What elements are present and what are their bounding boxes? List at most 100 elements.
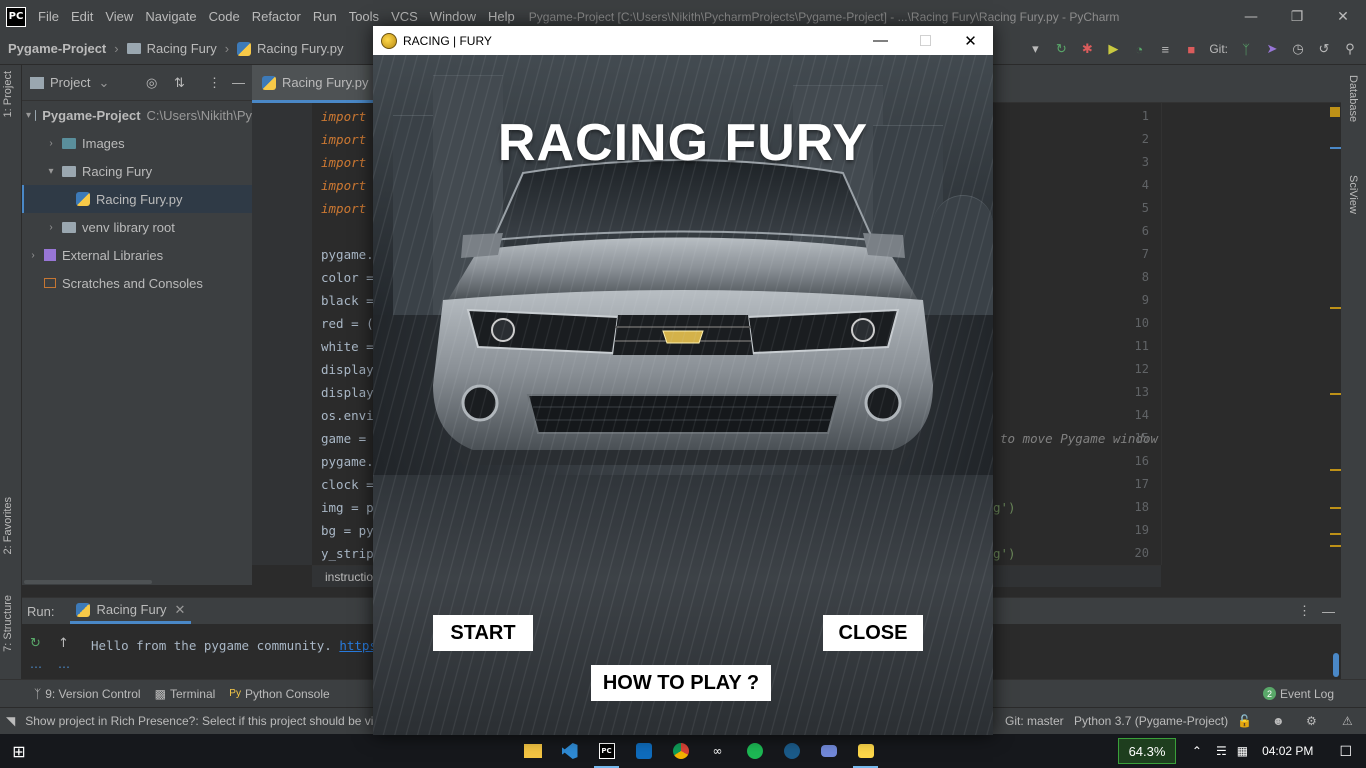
chrome-icon[interactable] <box>662 734 699 768</box>
close-icon[interactable]: ✕ <box>1320 0 1366 33</box>
pygame-taskbar-icon[interactable] <box>847 734 884 768</box>
target-icon[interactable]: ◎ <box>146 75 157 91</box>
tree-item-images[interactable]: › Images <box>22 129 252 157</box>
app-icon[interactable]: ∞ <box>699 734 736 768</box>
minimize-icon[interactable]: — <box>1228 0 1274 33</box>
more-icon[interactable]: ⋯ <box>58 660 70 674</box>
app-icon[interactable] <box>625 734 662 768</box>
menu-code[interactable]: Code <box>209 9 240 24</box>
collapsed-arrow-icon[interactable]: › <box>44 222 58 233</box>
coverage-icon[interactable]: ▶ <box>1105 41 1121 57</box>
vscode-icon[interactable] <box>551 734 588 768</box>
tab-structure[interactable]: 7: Structure <box>2 595 14 652</box>
project-panel-title[interactable]: Project <box>50 75 90 90</box>
breadcrumb-folder[interactable]: Racing Fury <box>126 41 217 56</box>
rerun-icon[interactable]: ↻ <box>30 636 41 651</box>
close-button[interactable]: CLOSE <box>823 615 923 651</box>
menu-navigate[interactable]: Navigate <box>145 9 196 24</box>
tab-favorites[interactable]: 2: Favorites <box>2 497 14 554</box>
tree-item-scratches[interactable]: Scratches and Consoles <box>22 269 252 297</box>
menu-view[interactable]: View <box>105 9 133 24</box>
warning-icon[interactable] <box>1330 107 1340 117</box>
tab-version-control[interactable]: ᛉ 9: Version Control <box>34 687 141 701</box>
horizontal-scrollbar[interactable] <box>24 580 152 584</box>
discord-icon[interactable] <box>810 734 847 768</box>
menu-refactor[interactable]: Refactor <box>252 9 301 24</box>
interpreter-status[interactable]: Python 3.7 (Pygame-Project) <box>1074 714 1228 728</box>
menu-edit[interactable]: Edit <box>71 9 93 24</box>
tab-python-console[interactable]: Py Python Console <box>229 687 329 701</box>
tree-item-venv[interactable]: › venv library root <box>22 213 252 241</box>
hide-panel-icon[interactable]: — <box>1322 604 1335 619</box>
battery-icon[interactable]: ▦ <box>1237 744 1248 758</box>
rollback-icon[interactable]: ↺ <box>1316 41 1332 57</box>
wifi-icon[interactable]: ☴ <box>1216 744 1227 758</box>
tree-item-external-libraries[interactable]: › External Libraries <box>22 241 252 269</box>
tab-terminal[interactable]: ▩ Terminal <box>155 687 216 701</box>
close-tab-icon[interactable]: ✕ <box>175 602 186 618</box>
how-to-play-button[interactable]: HOW TO PLAY ? <box>591 665 771 701</box>
notification-icon[interactable]: ◥ <box>6 714 15 728</box>
debug-icon[interactable]: ✱ <box>1079 41 1095 57</box>
collapse-all-icon[interactable]: ⇅ <box>174 75 185 91</box>
history-icon[interactable]: ◷ <box>1290 41 1306 57</box>
menu-vcs[interactable]: VCS <box>391 9 418 24</box>
collapsed-arrow-icon[interactable]: › <box>44 138 58 149</box>
menu-window[interactable]: Window <box>430 9 476 24</box>
profile-icon[interactable]: ◔ <box>1131 41 1147 57</box>
breadcrumb-project[interactable]: Pygame-Project <box>8 41 106 56</box>
pygame-window[interactable]: RACING | FURY — ☐ ✕ RACING FURY START CL… <box>373 26 993 735</box>
menu-tools[interactable]: Tools <box>349 9 379 24</box>
more-icon[interactable]: ⋯ <box>30 660 42 674</box>
windows-start-icon[interactable]: ⊞ <box>0 734 38 768</box>
editor-error-stripe[interactable] <box>1161 103 1342 565</box>
git-branch-icon[interactable]: ᛉ <box>1238 41 1254 57</box>
search-icon[interactable]: ⚲ <box>1342 41 1358 57</box>
hide-panel-icon[interactable]: — <box>232 75 245 90</box>
chevron-up-icon[interactable]: ⌃ <box>1192 744 1202 758</box>
menu-help[interactable]: Help <box>488 9 515 24</box>
git-push-icon[interactable]: ➤ <box>1264 41 1280 57</box>
inspector-icon[interactable]: ☻ <box>1272 714 1285 728</box>
steam-icon[interactable] <box>773 734 810 768</box>
lock-icon[interactable]: 🔓 <box>1237 714 1252 728</box>
build-icon[interactable]: ≡ <box>1157 41 1173 57</box>
chevron-down-icon[interactable]: ⌄ <box>98 75 109 91</box>
scroll-up-icon[interactable]: ↑ <box>58 636 69 651</box>
tree-item-project-root[interactable]: ▾ Pygame-Project C:\Users\Nikith\Py <box>22 101 252 129</box>
clock[interactable]: 04:02 PM <box>1262 744 1313 758</box>
stop-icon[interactable]: ■ <box>1183 41 1199 57</box>
status-message[interactable]: Show project in Rich Presence?: Select i… <box>25 714 382 728</box>
notifications-icon[interactable]: ☐ <box>1339 743 1352 760</box>
run-tab-racing-fury[interactable]: Racing Fury ✕ <box>70 598 192 624</box>
menu-run[interactable]: Run <box>313 9 337 24</box>
pycharm-taskbar-icon[interactable]: PC <box>588 734 625 768</box>
tree-item-racing-fury-py[interactable]: Racing Fury.py <box>22 185 252 213</box>
breadcrumb-file[interactable]: Racing Fury.py <box>237 41 344 56</box>
expanded-arrow-icon[interactable]: ▾ <box>26 110 31 121</box>
tab-project[interactable]: 1: Project <box>2 71 14 117</box>
rerun-icon[interactable]: ↻ <box>1053 41 1069 57</box>
restore-icon[interactable]: ❐ <box>1274 0 1320 33</box>
collapsed-arrow-icon[interactable]: › <box>26 250 40 261</box>
memory-icon[interactable]: ⚠ <box>1342 714 1353 728</box>
event-log-button[interactable]: 2 Event Log <box>1262 687 1334 701</box>
start-button[interactable]: START <box>433 615 533 651</box>
pygame-titlebar[interactable]: RACING | FURY — ☐ ✕ <box>373 26 993 55</box>
settings-icon[interactable]: ⚙ <box>1306 714 1317 728</box>
menu-file[interactable]: File <box>38 9 59 24</box>
file-explorer-icon[interactable] <box>514 734 551 768</box>
tab-sciview[interactable]: SciView <box>1347 175 1359 214</box>
editor-breadcrumb[interactable]: instructio <box>325 570 373 584</box>
console-output[interactable]: Hello from the pygame community. https:/ <box>91 638 392 653</box>
spotify-icon[interactable] <box>736 734 773 768</box>
tab-database[interactable]: Database <box>1347 75 1359 122</box>
minimize-icon[interactable]: — <box>858 26 903 55</box>
battery-indicator[interactable]: 64.3% <box>1118 738 1176 764</box>
close-icon[interactable]: ✕ <box>948 26 993 55</box>
dropdown-arrow-icon[interactable]: ▾ <box>1027 41 1043 57</box>
tree-item-racing-fury[interactable]: ▾ Racing Fury <box>22 157 252 185</box>
git-branch-status[interactable]: Git: master <box>1005 714 1064 728</box>
vertical-scrollbar[interactable] <box>1333 653 1339 677</box>
more-options-icon[interactable]: ⋮ <box>1298 603 1311 619</box>
